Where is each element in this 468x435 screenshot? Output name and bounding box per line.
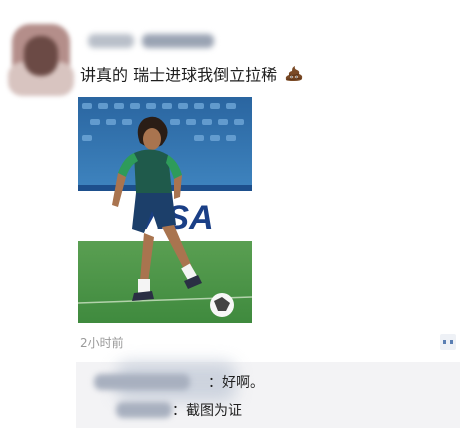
moments-post: 讲真的 瑞士进球我倒立拉稀 2小时前 ：好啊。 ：截图为证 [0,0,468,435]
comment-item[interactable]: ：好啊。 [76,370,460,394]
poop-icon [284,64,304,88]
comments-panel: ：好啊。 ：截图为证 [76,362,460,428]
blurred-commenter-name[interactable] [116,402,172,418]
post-photo[interactable]: VISA [78,97,252,323]
avatar[interactable] [8,22,74,96]
post-text-content: 讲真的 瑞士进球我倒立拉稀 [80,65,278,85]
blurred-nickname[interactable] [84,30,224,52]
comment-text: ：好啊。 [208,375,264,391]
post-time: 2小时前 [80,336,124,350]
comment-item[interactable]: ：截图为证 [76,398,460,422]
blurred-commenter-name[interactable] [94,374,190,390]
comment-icon[interactable] [440,334,456,350]
comment-text: ：截图为证 [172,403,242,419]
post-text: 讲真的 瑞士进球我倒立拉稀 [80,64,400,88]
